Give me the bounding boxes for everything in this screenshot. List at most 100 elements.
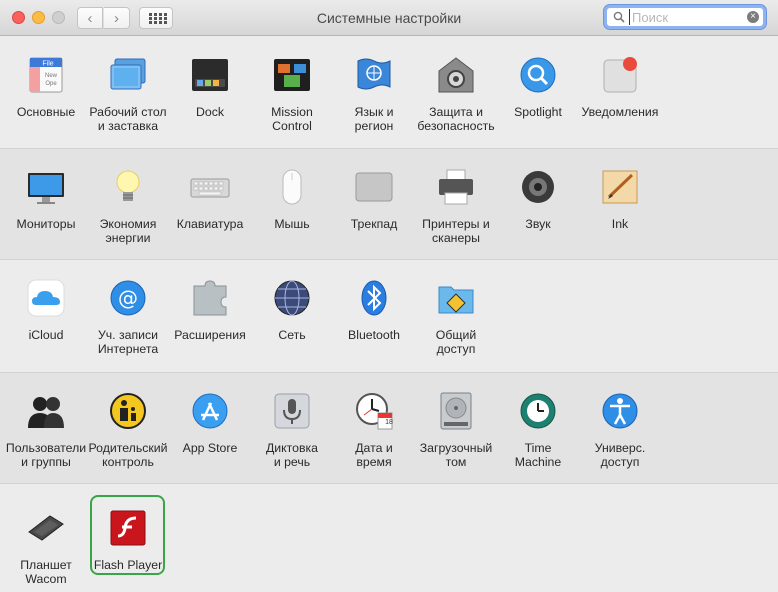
pane-label: Dock [195,105,225,119]
pane-time-machine[interactable]: Time Machine [496,387,580,487]
pane-bluetooth[interactable]: Bluetooth [332,274,416,374]
startup-disk-icon [440,392,472,430]
clear-search-icon[interactable]: × [747,11,759,23]
dictation-icon [274,393,310,429]
pane-language-region[interactable]: Язык и регион [332,51,416,151]
energy-icon [116,170,140,201]
sharing-icon [438,286,474,314]
mouse-icon [282,169,302,205]
section-system: Пользователи и группы Родительский контр… [0,372,778,484]
chevron-left-icon: ‹ [87,9,93,27]
pane-label: Time Machine [514,441,562,469]
general-icon: File New Ope [29,57,63,93]
search-field[interactable]: × [604,5,766,29]
pane-security[interactable]: Защита и безопасность [414,51,498,151]
pane-label: Клавиатура [176,217,244,231]
pane-label: Общий доступ [435,328,477,356]
pane-displays[interactable]: Мониторы [4,163,88,263]
pane-label: App Store [182,441,238,455]
pane-dock[interactable]: Dock [168,51,252,151]
pane-label: Основные [16,105,76,119]
pane-energy[interactable]: Экономия энергии [86,163,170,263]
trackpad-icon [355,172,393,202]
pane-label: iCloud [28,328,64,342]
pane-mission-control[interactable]: Mission Control [250,51,334,151]
svg-text:Ope: Ope [45,81,57,87]
parental-controls-icon [110,393,146,429]
forward-button[interactable]: › [104,7,130,29]
section-hardware: Мониторы Экономия энергии Клавиатура Мыш… [0,148,778,260]
pane-label: Диктовка и речь [265,441,319,469]
pane-notifications[interactable]: Уведомления [578,51,662,151]
pane-ink[interactable]: Ink [578,163,662,263]
close-window-button[interactable] [12,11,25,24]
pane-label: Уч. записи Интернета [97,328,159,356]
pane-network[interactable]: Сеть [250,274,334,374]
language-region-icon [357,58,391,90]
icloud-icon [27,279,65,317]
wacom-icon [28,515,64,541]
pane-label: Мониторы [16,217,76,231]
calendar-day: 18 [385,419,393,426]
security-icon [438,57,474,93]
zoom-window-button[interactable] [52,11,65,24]
pane-label: Мышь [274,217,310,231]
bluetooth-icon [361,280,387,316]
title-bar: ‹ › Системные настройки × [0,0,778,36]
pane-dictation[interactable]: Диктовка и речь [250,387,334,487]
pane-mouse[interactable]: Мышь [250,163,334,263]
users-icon [28,397,64,428]
show-all-button[interactable] [139,7,173,29]
pane-label: Загрузочный том [419,441,493,469]
dock-icon [192,59,228,91]
app-store-icon [192,393,228,429]
pane-label: Универс. доступ [594,441,646,469]
pane-label: Пользователи и группы [5,441,87,469]
pane-sound[interactable]: Звук [496,163,580,263]
network-icon [274,280,310,316]
search-input[interactable] [629,9,749,25]
pane-sharing[interactable]: Общий доступ [414,274,498,374]
extensions-icon [193,280,227,316]
sound-icon [522,171,554,203]
pane-accessibility[interactable]: Универс. доступ [578,387,662,487]
search-icon [613,11,625,23]
pane-label: Расширения [174,328,246,342]
svg-text:New: New [45,73,58,79]
pane-parental-controls[interactable]: Родительский контроль [86,387,170,487]
pane-trackpad[interactable]: Трекпад [332,163,416,263]
pane-label: Родительский контроль [88,441,168,469]
pane-date-time[interactable]: 18 Дата и время [332,387,416,487]
notifications-icon [603,57,637,93]
pane-general[interactable]: File New Ope Основные [4,51,88,151]
pane-label: Язык и регион [354,105,394,133]
pane-desktop[interactable]: Рабочий стол и заставка [86,51,170,151]
ink-icon [602,170,638,204]
pane-label: Трекпад [350,217,398,231]
pane-label: Ink [611,217,629,231]
flash-player-highlight [90,495,165,575]
pane-label: Планшет Wacom [20,558,72,586]
accessibility-icon [602,393,638,429]
pane-keyboard[interactable]: Клавиатура [168,163,252,263]
pane-internet-accounts[interactable]: @ Уч. записи Интернета [86,274,170,374]
chevron-right-icon: › [114,9,119,27]
pane-startup-disk[interactable]: Загрузочный том [414,387,498,487]
pane-label: Защита и безопасность [417,105,495,133]
pane-spotlight[interactable]: Spotlight [496,51,580,151]
pane-icloud[interactable]: iCloud [4,274,88,374]
pane-wacom[interactable]: Планшет Wacom [4,504,88,592]
pane-users[interactable]: Пользователи и группы [4,387,88,487]
pane-label: Spotlight [514,105,562,119]
pane-label: Bluetooth [348,328,400,342]
section-personal: File New Ope Основные Рабочий стол и зас… [0,37,778,148]
pane-label: Сеть [278,328,306,342]
pane-app-store[interactable]: App Store [168,387,252,487]
desktop-icon [110,58,146,90]
section-internet: iCloud @ Уч. записи Интернета Расширения… [0,260,778,372]
minimize-window-button[interactable] [32,11,45,24]
back-button[interactable]: ‹ [77,7,103,29]
time-machine-icon [520,393,556,429]
pane-printers[interactable]: Принтеры и сканеры [414,163,498,263]
pane-extensions[interactable]: Расширения [168,274,252,374]
